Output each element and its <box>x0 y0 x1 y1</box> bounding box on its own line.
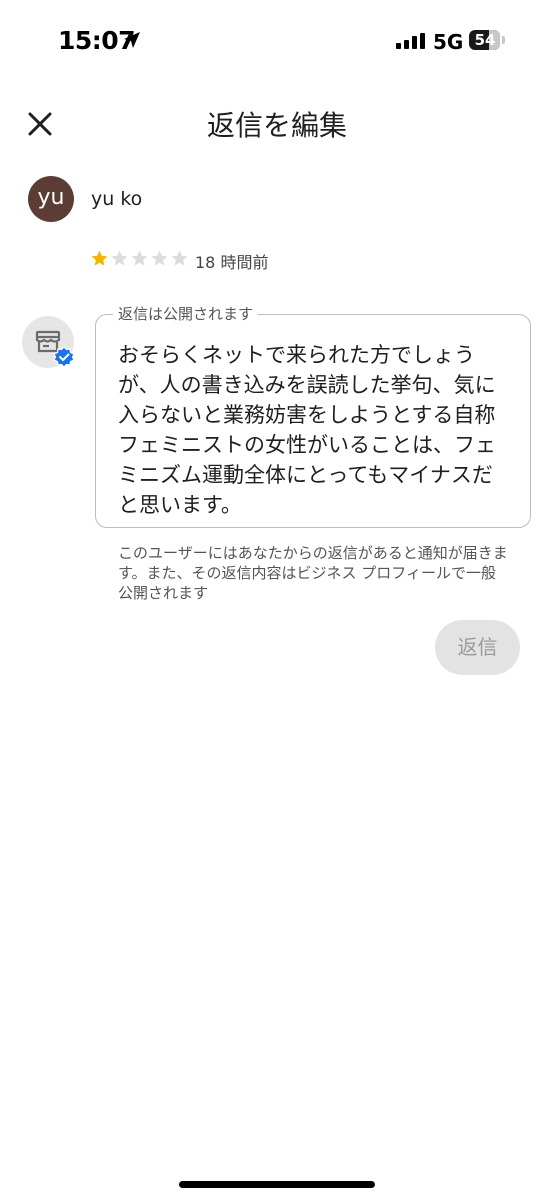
star-empty-icon <box>151 250 168 266</box>
battery-level: 54 <box>474 31 496 49</box>
verified-badge-icon <box>53 346 75 368</box>
star-empty-icon <box>171 250 188 266</box>
home-indicator <box>179 1181 375 1188</box>
star-empty-icon <box>131 250 148 266</box>
reply-text[interactable]: おそらくネットで来られた方でしょう が、人の書き込みを誤読した挙句、気に 入らな… <box>118 340 514 520</box>
star-empty-icon <box>111 250 128 266</box>
reviewer-name: yu ko <box>91 188 143 210</box>
avatar: yu <box>28 176 74 222</box>
battery-icon: 54 <box>469 30 507 52</box>
review-time: 18 時間前 <box>195 253 269 272</box>
star-rating <box>90 249 190 269</box>
reply-button[interactable]: 返信 <box>435 620 520 675</box>
signal-strength-icon <box>396 33 425 49</box>
location-arrow-icon <box>124 32 140 48</box>
publish-notice: このユーザーにはあなたからの返信があると通知が届きま す。また、その返信内容はビ… <box>118 544 508 602</box>
network-type: 5G <box>433 30 464 54</box>
page-title: 返信を編集 <box>206 109 347 142</box>
status-bar: 15:07 5G 54 <box>0 0 554 84</box>
reply-field-label: 返信は公開されます <box>113 303 259 324</box>
star-filled-icon <box>91 250 108 266</box>
